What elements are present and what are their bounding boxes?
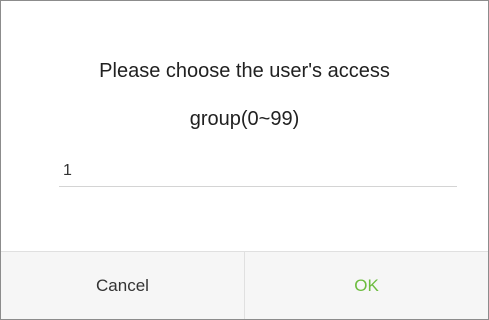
access-group-input[interactable]: 1: [59, 157, 457, 187]
cancel-button[interactable]: Cancel: [1, 252, 244, 319]
ok-button[interactable]: OK: [245, 252, 488, 319]
access-group-input-value: 1: [63, 162, 72, 179]
prompt-line-2: group(0~99): [189, 108, 300, 130]
prompt-line-1: Please choose the user's access: [99, 60, 390, 82]
dialog-prompt: Please choose the user's access group(0~…: [1, 47, 488, 143]
access-group-dialog: Please choose the user's access group(0~…: [0, 0, 489, 320]
dialog-button-row: Cancel OK: [1, 252, 488, 319]
